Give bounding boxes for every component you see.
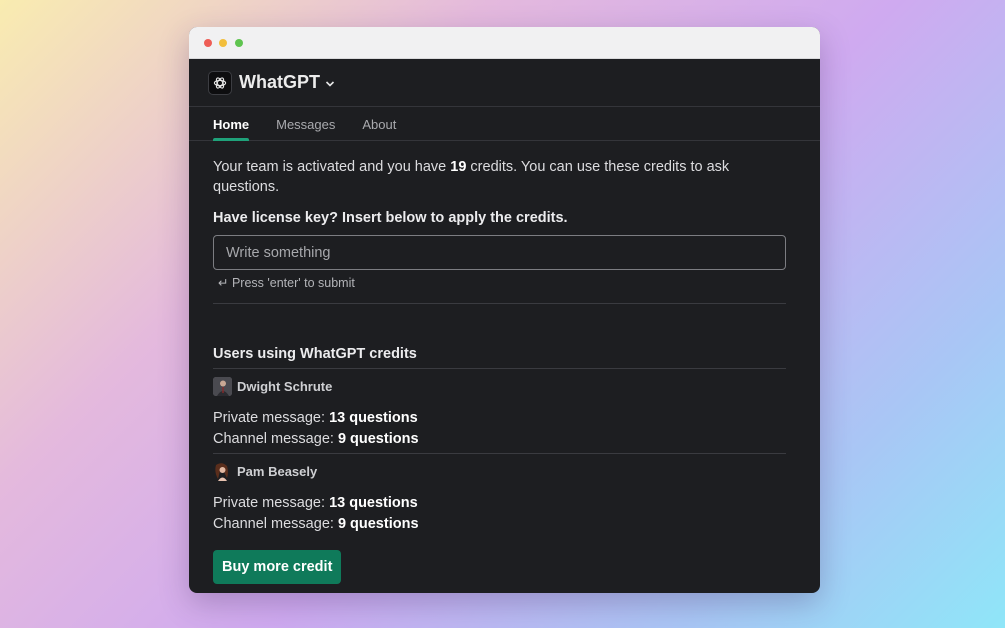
channel-label: Channel message: xyxy=(213,431,338,447)
tab-home[interactable]: Home xyxy=(213,107,250,141)
channel-count: 9 questions xyxy=(337,431,419,447)
home-content: Your team is activated and you have 19 c… xyxy=(189,141,820,584)
minimize-window-button[interactable] xyxy=(219,39,227,47)
private-count: 13 questions xyxy=(329,495,418,511)
openai-logo-icon xyxy=(208,70,232,95)
section-divider xyxy=(213,303,786,304)
user-name: Pam Beasely xyxy=(237,464,318,479)
users-section-title: Users using WhatGPT credits xyxy=(213,346,786,369)
private-message-stat: Private message: 13 questions xyxy=(213,493,786,514)
license-key-label: Have license key? Insert below to apply … xyxy=(213,210,568,226)
close-window-button[interactable] xyxy=(204,39,212,47)
channel-message-stat: Channel message: 9 questions xyxy=(213,429,786,450)
buy-more-credit-button[interactable]: Buy more credit xyxy=(213,550,342,584)
intro-prefix: Your team is activated and you have xyxy=(213,159,451,175)
channel-label: Channel message: xyxy=(213,516,338,532)
activation-message: Your team is activated and you have 19 c… xyxy=(213,157,785,197)
chevron-down-icon[interactable] xyxy=(325,75,335,93)
channel-count: 9 questions xyxy=(337,516,419,532)
window-titlebar xyxy=(189,27,820,59)
private-label: Private message: xyxy=(213,410,330,426)
tab-bar: Home Messages About xyxy=(189,107,820,141)
submit-hint: ↵ Press 'enter' to submit xyxy=(218,276,355,290)
user-entry: Pam Beasely Private message: 13 question… xyxy=(213,453,786,538)
app-header: WhatGPT xyxy=(189,59,820,107)
avatar xyxy=(213,377,232,396)
app-name[interactable]: WhatGPT xyxy=(239,72,320,93)
tab-messages[interactable]: Messages xyxy=(276,107,335,141)
credit-count: 19 xyxy=(450,159,467,175)
license-key-input[interactable] xyxy=(213,235,786,270)
avatar xyxy=(213,462,232,481)
private-label: Private message: xyxy=(213,495,330,511)
private-count: 13 questions xyxy=(329,410,418,426)
channel-message-stat: Channel message: 9 questions xyxy=(213,514,786,535)
app-window: WhatGPT Home Messages About Your team is… xyxy=(189,27,820,593)
maximize-window-button[interactable] xyxy=(235,39,243,47)
user-entry: Dwight Schrute Private message: 13 quest… xyxy=(213,369,786,453)
private-message-stat: Private message: 13 questions xyxy=(213,408,786,429)
user-name: Dwight Schrute xyxy=(237,379,333,394)
tab-about[interactable]: About xyxy=(362,107,396,141)
